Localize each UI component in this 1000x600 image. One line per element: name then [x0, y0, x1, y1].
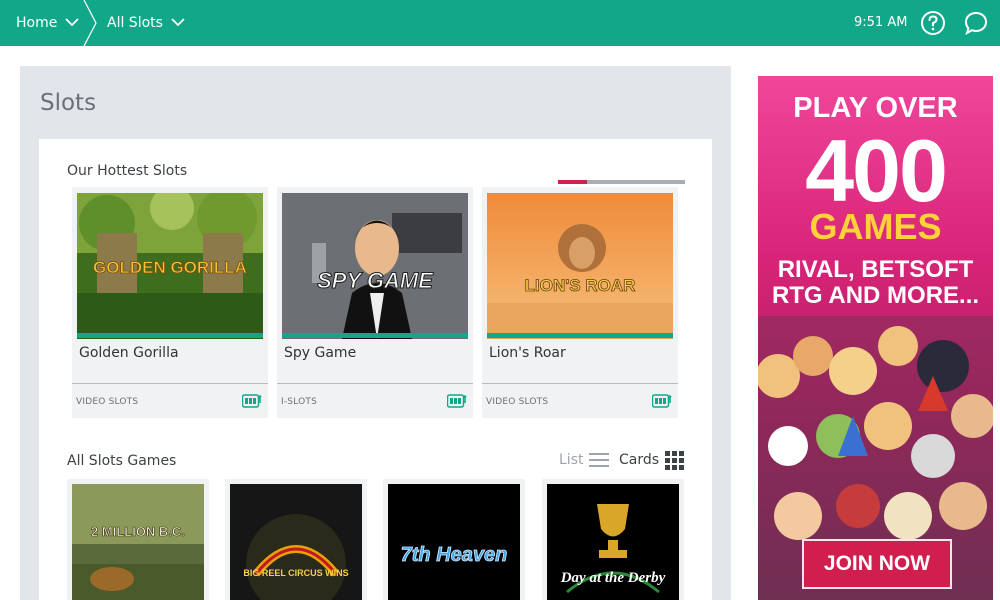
game-thumbnail[interactable]: BIG REEL CIRCUS WINS [230, 484, 362, 600]
breadcrumb-all-slots-label: All Slots [107, 15, 163, 31]
carousel-scrollbar[interactable] [558, 180, 685, 184]
clock: 9:51 AM [854, 15, 908, 30]
breadcrumb-separator [83, 0, 97, 46]
breadcrumb-home[interactable]: Home [16, 0, 79, 46]
game-thumbnail[interactable]: GOLDEN GORILLA [77, 193, 263, 339]
slot-machine-icon [447, 394, 467, 408]
chat-icon[interactable] [963, 10, 989, 36]
all-slots-title: All Slots Games [67, 453, 177, 469]
top-nav-bar: Home All Slots 9:51 AM [0, 0, 1000, 46]
game-thumbnail[interactable]: 2 MILLION B.C. [72, 484, 204, 600]
svg-text:LION'S ROAR: LION'S ROAR [525, 276, 636, 295]
slots-content: Our Hottest Slots GOLDEN GORILLA Golden … [39, 139, 712, 600]
svg-text:BIG REEL CIRCUS WINS: BIG REEL CIRCUS WINS [243, 568, 348, 578]
grid-view-icon[interactable] [665, 451, 685, 471]
chevron-down-icon [65, 15, 79, 31]
svg-text:7th Heaven: 7th Heaven [401, 544, 508, 566]
promo-line-4: RIVAL, BETSOFT [777, 256, 974, 283]
game-name[interactable]: Golden Gorilla [79, 345, 179, 361]
view-list-toggle[interactable]: List [559, 452, 583, 468]
hot-slot-card[interactable]: GOLDEN GORILLA Golden Gorilla VIDEO SLOT… [72, 187, 268, 418]
svg-text:SPY GAME: SPY GAME [317, 268, 434, 293]
card-accent-bar [487, 333, 673, 338]
game-name[interactable]: Lion's Roar [489, 345, 566, 361]
carousel-scroll-thumb[interactable] [558, 180, 587, 184]
game-card[interactable]: Day at the Derby [542, 479, 684, 600]
hot-slot-card[interactable]: LION'S ROAR Lion's Roar VIDEO SLOTS [482, 187, 678, 418]
card-accent-bar [77, 333, 263, 338]
game-thumbnail[interactable]: Day at the Derby [547, 484, 679, 600]
slot-machine-icon [242, 394, 262, 408]
promo-line-5: RTG AND MORE... [771, 282, 980, 309]
card-divider [72, 383, 268, 384]
help-icon[interactable] [920, 10, 946, 36]
game-card[interactable]: BIG REEL CIRCUS WINS [225, 479, 367, 600]
card-divider [482, 383, 678, 384]
game-category: I-SLOTS [281, 397, 318, 407]
join-now-button[interactable]: JOIN NOW [802, 539, 952, 589]
list-view-icon[interactable] [589, 451, 609, 469]
breadcrumb-home-label: Home [16, 15, 58, 31]
game-thumbnail[interactable]: 7th Heaven [388, 484, 520, 600]
game-card[interactable]: 2 MILLION B.C. [67, 479, 209, 600]
breadcrumb-all-slots[interactable]: All Slots [107, 0, 185, 46]
game-thumbnail[interactable]: SPY GAME [282, 193, 468, 339]
hottest-slots-title: Our Hottest Slots [67, 163, 188, 179]
svg-text:2 MILLION B.C.: 2 MILLION B.C. [91, 524, 185, 539]
slot-machine-icon [652, 394, 672, 408]
page-title: Slots [40, 90, 97, 116]
card-accent-bar [282, 333, 468, 338]
game-name[interactable]: Spy Game [284, 345, 356, 361]
view-cards-toggle[interactable]: Cards [619, 452, 659, 468]
card-divider [277, 383, 473, 384]
game-category: VIDEO SLOTS [76, 397, 139, 407]
slots-panel: Slots Our Hottest Slots GOLDEN GORILLA G… [20, 66, 731, 600]
promo-line-3: GAMES [809, 206, 942, 247]
hot-slot-card[interactable]: SPY GAME Spy Game I-SLOTS [277, 187, 473, 418]
svg-text:GOLDEN GORILLA: GOLDEN GORILLA [93, 258, 247, 277]
game-thumbnail[interactable]: LION'S ROAR [487, 193, 673, 339]
game-card[interactable]: 7th Heaven [383, 479, 525, 600]
promo-banner[interactable]: PLAY OVER 400 GAMES RIVAL, BETSOFT RTG A… [758, 76, 993, 600]
game-category: VIDEO SLOTS [486, 397, 549, 407]
chevron-down-icon [171, 15, 185, 31]
svg-text:Day at the Derby: Day at the Derby [560, 570, 666, 586]
